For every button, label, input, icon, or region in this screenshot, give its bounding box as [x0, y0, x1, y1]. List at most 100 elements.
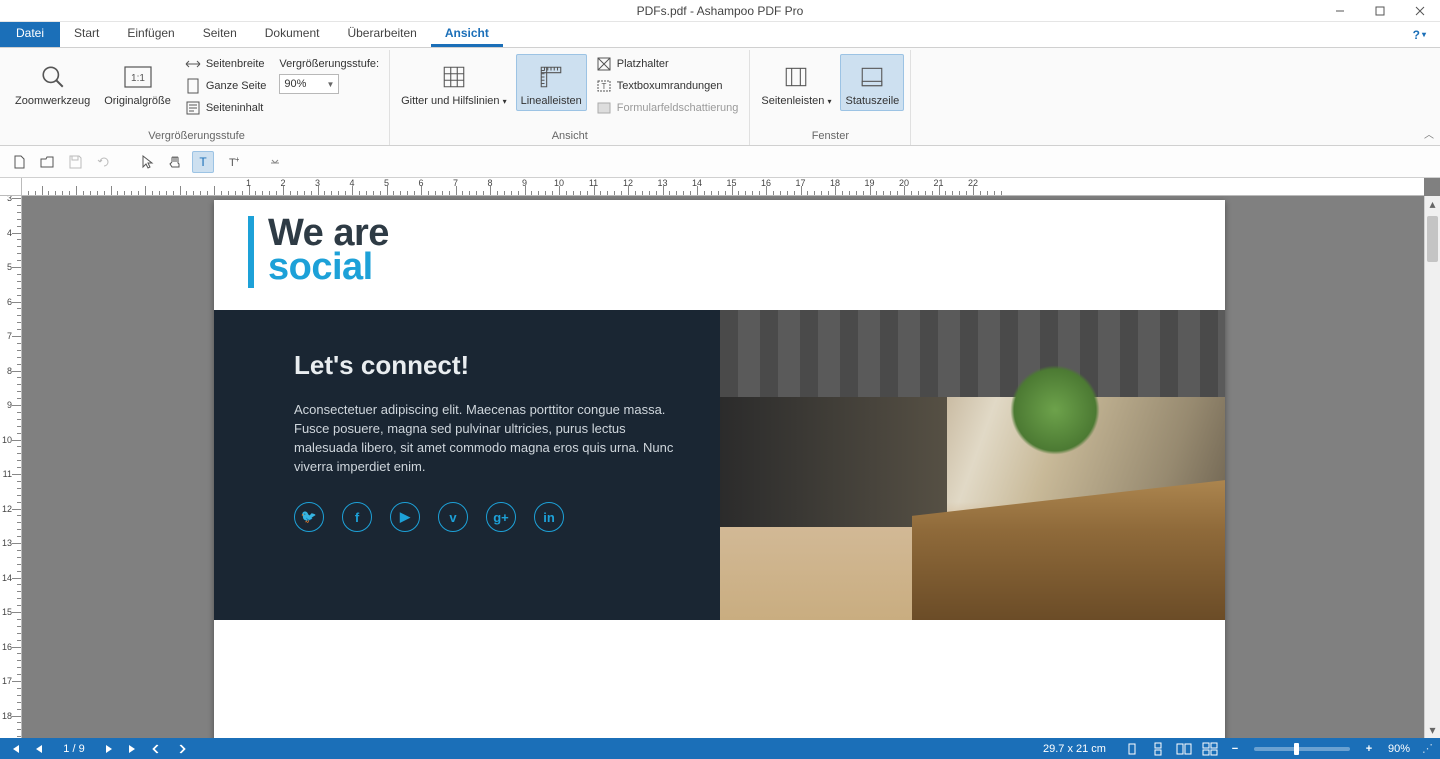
side-panels-icon — [780, 61, 812, 93]
ruler-vertical[interactable]: 3456789101112131415161718 — [0, 196, 22, 738]
svg-text:T: T — [601, 82, 606, 91]
hero-title-line2: social — [268, 246, 373, 289]
facebook-icon[interactable]: f — [342, 502, 372, 532]
formfield-shading-button: Formularfeldschattierung — [591, 98, 744, 118]
chevron-down-icon: ▼ — [326, 80, 334, 89]
menu-tabs: Datei Start Einfügen Seiten Dokument Übe… — [0, 22, 1440, 48]
vertical-scrollbar[interactable]: ▴ ▾ — [1424, 196, 1440, 738]
grid-guides-button[interactable]: Gitter und Hilfslinien ▾ — [396, 54, 512, 111]
viewmode-twopage-cont-button[interactable] — [1200, 741, 1220, 757]
zoom-level-label: Vergrößerungsstufe: — [279, 58, 379, 70]
statusbar-button[interactable]: Statuszeile — [840, 54, 904, 111]
nav-back-button[interactable] — [148, 740, 166, 758]
tab-review[interactable]: Überarbeiten — [333, 22, 430, 47]
textbox-borders-button[interactable]: TTextboxumrandungen — [591, 76, 744, 96]
workspace: 12345678910111213141516171819202122 3456… — [0, 178, 1440, 738]
connect-body: Aconsectetuer adipiscing elit. Maecenas … — [294, 401, 676, 476]
linkedin-icon[interactable]: in — [534, 502, 564, 532]
ribbon: Zoomwerkzeug 1:1 Originalgröße Seitenbre… — [0, 48, 1440, 146]
status-bar: 1 / 9 29.7 x 21 cm − + 90% ⋰ — [0, 738, 1440, 759]
googleplus-icon[interactable]: g+ — [486, 502, 516, 532]
rulers-button[interactable]: Linealleisten — [516, 54, 587, 111]
ribbon-group-view: Gitter und Hilfslinien ▾ Linealleisten P… — [390, 50, 750, 145]
tab-insert[interactable]: Einfügen — [113, 22, 188, 47]
viewmode-single-button[interactable] — [1122, 741, 1142, 757]
svg-text:+: + — [235, 155, 239, 164]
svg-text:T: T — [199, 155, 207, 169]
qa-customize-button[interactable] — [264, 151, 286, 173]
nav-first-page-button[interactable] — [6, 740, 24, 758]
viewmode-continuous-button[interactable] — [1148, 741, 1168, 757]
nav-forward-button[interactable] — [172, 740, 190, 758]
ruler-icon — [535, 61, 567, 93]
help-button[interactable]: ?▾ — [1399, 22, 1440, 47]
formfield-icon — [596, 100, 612, 116]
zoom-slider[interactable] — [1254, 747, 1350, 751]
zoom-slider-thumb[interactable] — [1294, 743, 1299, 755]
cursor-coordinates: 29.7 x 21 cm — [1043, 743, 1106, 755]
qa-undo-button — [92, 151, 114, 173]
title-bar: PDFs.pdf - Ashampoo PDF Pro — [0, 0, 1440, 22]
nav-last-page-button[interactable] — [124, 740, 142, 758]
qa-new-button[interactable] — [8, 151, 30, 173]
quick-access-toolbar: T T+ — [0, 146, 1440, 178]
zoom-value[interactable]: 90% — [1388, 743, 1410, 755]
connect-heading: Let's connect! — [294, 350, 676, 381]
viewmode-twopage-button[interactable] — [1174, 741, 1194, 757]
zoom-level-select[interactable]: 90%▼ — [279, 74, 339, 94]
one-to-one-icon: 1:1 — [122, 61, 154, 93]
original-size-button[interactable]: 1:1 Originalgröße — [99, 54, 176, 111]
tab-file[interactable]: Datei — [0, 22, 60, 47]
qa-addtext-button[interactable]: T+ — [220, 151, 242, 173]
pdf-page: We are social Let's connect! Aconsectetu… — [214, 200, 1225, 738]
qa-text-button[interactable]: T — [192, 151, 214, 173]
office-photo — [720, 310, 1225, 620]
window-minimize-button[interactable] — [1320, 0, 1360, 21]
nav-next-page-button[interactable] — [100, 740, 118, 758]
full-page-icon — [185, 78, 201, 94]
scroll-down-arrow[interactable]: ▾ — [1425, 722, 1440, 738]
tab-pages[interactable]: Seiten — [189, 22, 251, 47]
zoom-in-button[interactable]: + — [1360, 743, 1378, 755]
qa-save-button — [64, 151, 86, 173]
qa-open-button[interactable] — [36, 151, 58, 173]
statusbar-icon — [856, 61, 888, 93]
ruler-corner — [0, 178, 22, 196]
twitter-icon[interactable]: 🐦 — [294, 502, 324, 532]
youtube-icon[interactable]: ▶ — [390, 502, 420, 532]
qa-pointer-button[interactable] — [136, 151, 158, 173]
fit-width-icon — [185, 56, 201, 72]
zoom-tool-button[interactable]: Zoomwerkzeug — [10, 54, 95, 111]
ribbon-collapse-button[interactable]: ︿ — [1424, 126, 1434, 141]
ribbon-group-zoom: Zoomwerkzeug 1:1 Originalgröße Seitenbre… — [4, 50, 390, 145]
ruler-horizontal[interactable]: 12345678910111213141516171819202122 — [22, 178, 1424, 196]
textbox-icon: T — [596, 78, 612, 94]
nav-prev-page-button[interactable] — [30, 740, 48, 758]
tab-start[interactable]: Start — [60, 22, 113, 47]
qa-hand-button[interactable] — [164, 151, 186, 173]
zoom-out-button[interactable]: − — [1226, 743, 1244, 755]
ribbon-group-window: Seitenleisten ▾ Statuszeile Fenster — [750, 50, 911, 145]
svg-text:1:1: 1:1 — [131, 73, 145, 84]
placeholder-button[interactable]: Platzhalter — [591, 54, 744, 74]
tab-view[interactable]: Ansicht — [431, 22, 503, 47]
scroll-up-arrow[interactable]: ▴ — [1425, 196, 1440, 212]
window-title: PDFs.pdf - Ashampoo PDF Pro — [637, 4, 804, 18]
document-canvas[interactable]: We are social Let's connect! Aconsectetu… — [22, 196, 1424, 738]
fit-width-button[interactable]: Seitenbreite — [180, 54, 272, 74]
side-panels-button[interactable]: Seitenleisten ▾ — [756, 54, 836, 111]
ribbon-group-zoom-label: Vergrößerungsstufe — [10, 128, 383, 145]
grid-icon — [438, 61, 470, 93]
placeholder-icon — [596, 56, 612, 72]
ribbon-group-window-label: Fenster — [756, 128, 904, 145]
page-indicator[interactable]: 1 / 9 — [54, 743, 94, 755]
window-close-button[interactable] — [1400, 0, 1440, 21]
full-page-button[interactable]: Ganze Seite — [180, 76, 272, 96]
window-maximize-button[interactable] — [1360, 0, 1400, 21]
hero-accent-bar — [248, 216, 254, 288]
resize-grip-icon[interactable]: ⋰ — [1422, 742, 1434, 755]
page-content-button[interactable]: Seiteninhalt — [180, 98, 272, 118]
scroll-thumb[interactable] — [1427, 216, 1438, 262]
tab-document[interactable]: Dokument — [251, 22, 334, 47]
vimeo-icon[interactable]: v — [438, 502, 468, 532]
